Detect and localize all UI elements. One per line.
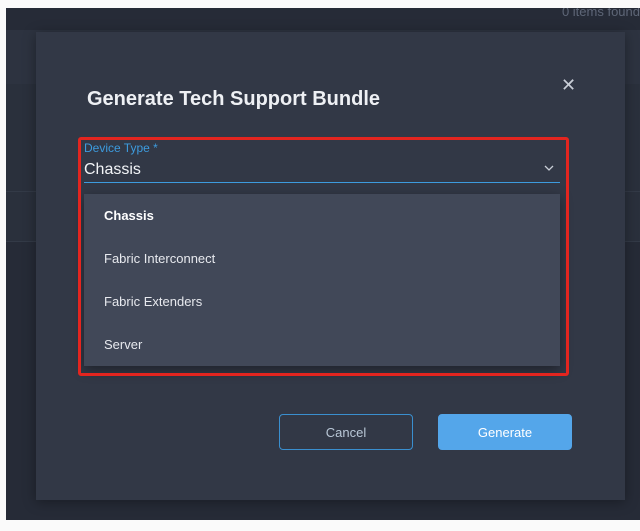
option-fabric-interconnect[interactable]: Fabric Interconnect bbox=[84, 237, 560, 280]
close-icon[interactable]: ✕ bbox=[561, 76, 576, 94]
cancel-button[interactable]: Cancel bbox=[279, 414, 413, 450]
dialog-title: Generate Tech Support Bundle bbox=[87, 88, 380, 110]
device-type-select[interactable]: Chassis bbox=[84, 159, 560, 183]
device-type-label: Device Type * bbox=[84, 141, 158, 155]
device-type-value: Chassis bbox=[84, 161, 141, 178]
chevron-down-icon bbox=[544, 165, 554, 171]
generate-button[interactable]: Generate bbox=[438, 414, 572, 450]
tech-support-dialog: Generate Tech Support Bundle ✕ Device Ty… bbox=[36, 32, 625, 500]
device-type-dropdown-menu: Chassis Fabric Interconnect Fabric Exten… bbox=[84, 194, 560, 366]
device-type-field: Device Type * Chassis bbox=[84, 140, 560, 183]
option-chassis[interactable]: Chassis bbox=[84, 194, 560, 237]
option-fabric-extenders[interactable]: Fabric Extenders bbox=[84, 280, 560, 323]
items-count: 0 items found bbox=[561, 8, 640, 19]
option-server[interactable]: Server bbox=[84, 323, 560, 366]
